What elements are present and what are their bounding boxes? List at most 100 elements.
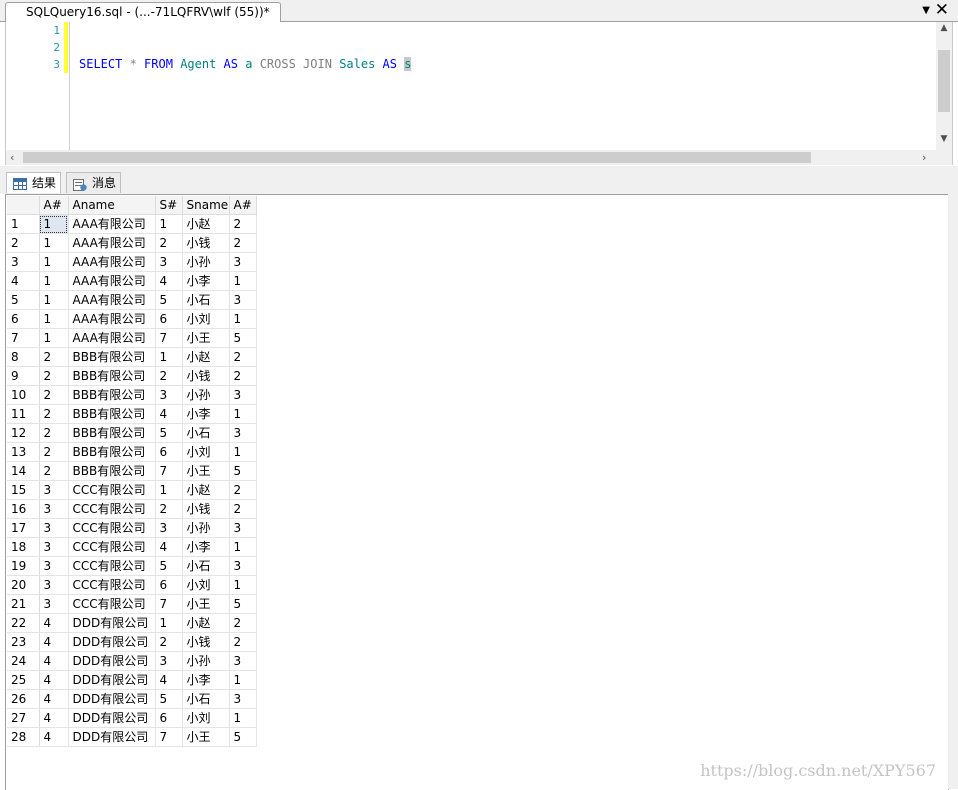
scroll-left-icon[interactable]: ‹	[10, 150, 14, 165]
grid-cell[interactable]: 3	[155, 518, 183, 538]
table-row[interactable]: 22 4 DDD有限公司 1 小赵 2	[7, 613, 257, 633]
table-row[interactable]: 15 3 CCC有限公司 1 小赵 2	[7, 480, 257, 500]
grid-cell[interactable]: 3	[155, 385, 183, 405]
grid-cell[interactable]: 1	[229, 670, 257, 690]
row-number-cell[interactable]: 25	[7, 670, 40, 690]
grid-cell[interactable]: 小王	[182, 727, 230, 747]
grid-cell[interactable]: 7	[155, 594, 183, 614]
grid-cell[interactable]: 3	[229, 518, 257, 538]
table-row[interactable]: 11 2 BBB有限公司 4 小李 1	[7, 404, 257, 424]
grid-cell[interactable]: 2	[229, 499, 257, 519]
row-number-cell[interactable]: 13	[7, 442, 40, 462]
row-number-cell[interactable]: 4	[7, 271, 40, 291]
grid-cell[interactable]: 1	[229, 404, 257, 424]
table-row[interactable]: 9 2 BBB有限公司 2 小钱 2	[7, 366, 257, 386]
editor-horizontal-scrollbar[interactable]: ‹ ›	[6, 150, 952, 165]
grid-cell[interactable]: 小石	[182, 556, 230, 576]
grid-cell[interactable]: 1	[155, 613, 183, 633]
grid-cell[interactable]: DDD有限公司	[68, 689, 156, 709]
grid-cell[interactable]: 3	[229, 689, 257, 709]
grid-cell[interactable]: 5	[229, 328, 257, 348]
grid-cell[interactable]: 2	[229, 214, 257, 234]
grid-cell[interactable]: BBB有限公司	[68, 442, 156, 462]
grid-cell[interactable]: 5	[229, 594, 257, 614]
editor-vertical-scrollbar[interactable]: ▲ ▼	[936, 22, 952, 150]
grid-cell[interactable]: 3	[155, 651, 183, 671]
grid-cell[interactable]: 小王	[182, 328, 230, 348]
grid-cell[interactable]: 3	[39, 556, 69, 576]
grid-cell[interactable]: 2	[155, 632, 183, 652]
scroll-up-icon[interactable]: ▲	[936, 23, 952, 33]
grid-cell[interactable]: 3	[229, 651, 257, 671]
grid-cell[interactable]: AAA有限公司	[68, 309, 156, 329]
grid-cell[interactable]: CCC有限公司	[68, 499, 156, 519]
grid-cell[interactable]: 2	[229, 632, 257, 652]
grid-cell[interactable]: 小钱	[182, 233, 230, 253]
grid-cell[interactable]: BBB有限公司	[68, 423, 156, 443]
table-row[interactable]: 16 3 CCC有限公司 2 小钱 2	[7, 499, 257, 519]
grid-cell[interactable]: 2	[229, 233, 257, 253]
grid-corner-header[interactable]	[7, 196, 40, 215]
grid-cell[interactable]: 3	[229, 556, 257, 576]
grid-cell[interactable]: 3	[229, 252, 257, 272]
grid-cell[interactable]: 4	[39, 708, 69, 728]
grid-cell[interactable]: CCC有限公司	[68, 575, 156, 595]
row-number-cell[interactable]: 10	[7, 385, 40, 405]
table-row[interactable]: 20 3 CCC有限公司 6 小刘 1	[7, 575, 257, 595]
grid-cell[interactable]: 2	[39, 423, 69, 443]
grid-cell[interactable]: 小刘	[182, 575, 230, 595]
grid-cell[interactable]: 4	[39, 689, 69, 709]
grid-cell[interactable]: CCC有限公司	[68, 556, 156, 576]
grid-cell[interactable]: BBB有限公司	[68, 461, 156, 481]
grid-cell[interactable]: 2	[229, 347, 257, 367]
grid-cell[interactable]: 小刘	[182, 442, 230, 462]
table-row[interactable]: 23 4 DDD有限公司 2 小钱 2	[7, 632, 257, 652]
grid-cell[interactable]: 4	[39, 632, 69, 652]
grid-cell[interactable]: 小孙	[182, 385, 230, 405]
column-header[interactable]: A#	[229, 196, 257, 215]
row-number-cell[interactable]: 15	[7, 480, 40, 500]
grid-cell[interactable]: DDD有限公司	[68, 670, 156, 690]
row-number-cell[interactable]: 21	[7, 594, 40, 614]
grid-cell[interactable]: 6	[155, 708, 183, 728]
grid-cell[interactable]: 4	[39, 670, 69, 690]
grid-cell[interactable]: 3	[39, 575, 69, 595]
table-row[interactable]: 10 2 BBB有限公司 3 小孙 3	[7, 385, 257, 405]
table-row[interactable]: 18 3 CCC有限公司 4 小李 1	[7, 537, 257, 557]
row-number-cell[interactable]: 14	[7, 461, 40, 481]
tab-messages[interactable]: 消息	[66, 172, 122, 193]
vertical-scroll-thumb[interactable]	[938, 50, 950, 112]
row-number-cell[interactable]: 27	[7, 708, 40, 728]
grid-cell[interactable]: 2	[155, 499, 183, 519]
grid-cell[interactable]: 5	[229, 727, 257, 747]
grid-cell[interactable]: CCC有限公司	[68, 537, 156, 557]
grid-cell[interactable]: 4	[39, 727, 69, 747]
column-header[interactable]: Aname	[68, 196, 156, 215]
grid-cell[interactable]: 5	[155, 423, 183, 443]
tab-dropdown-icon[interactable]: ▼	[922, 3, 930, 18]
grid-cell[interactable]: 5	[229, 461, 257, 481]
row-number-cell[interactable]: 5	[7, 290, 40, 310]
grid-cell[interactable]: 7	[155, 461, 183, 481]
grid-cell[interactable]: 2	[39, 461, 69, 481]
grid-cell[interactable]: 1	[229, 271, 257, 291]
row-number-cell[interactable]: 2	[7, 233, 40, 253]
grid-cell[interactable]: 1	[229, 708, 257, 728]
grid-cell[interactable]: 小钱	[182, 499, 230, 519]
row-number-cell[interactable]: 23	[7, 632, 40, 652]
grid-cell[interactable]: 2	[229, 613, 257, 633]
grid-cell[interactable]: 小石	[182, 423, 230, 443]
grid-cell[interactable]: 1	[39, 290, 69, 310]
grid-cell[interactable]: 3	[229, 385, 257, 405]
grid-cell[interactable]: AAA有限公司	[68, 233, 156, 253]
grid-cell[interactable]: 3	[39, 594, 69, 614]
close-icon[interactable]: ✕	[935, 1, 949, 19]
table-row[interactable]: 21 3 CCC有限公司 7 小王 5	[7, 594, 257, 614]
grid-cell[interactable]: 3	[39, 480, 69, 500]
query-editor[interactable]: 1 2 3 SELECT * FROM Agent AS a CROSS JOI…	[5, 22, 953, 165]
grid-cell[interactable]: 4	[39, 613, 69, 633]
grid-cell[interactable]: 小孙	[182, 518, 230, 538]
grid-cell[interactable]: 6	[155, 575, 183, 595]
grid-cell[interactable]: 1	[229, 575, 257, 595]
grid-cell[interactable]: 1	[39, 271, 69, 291]
